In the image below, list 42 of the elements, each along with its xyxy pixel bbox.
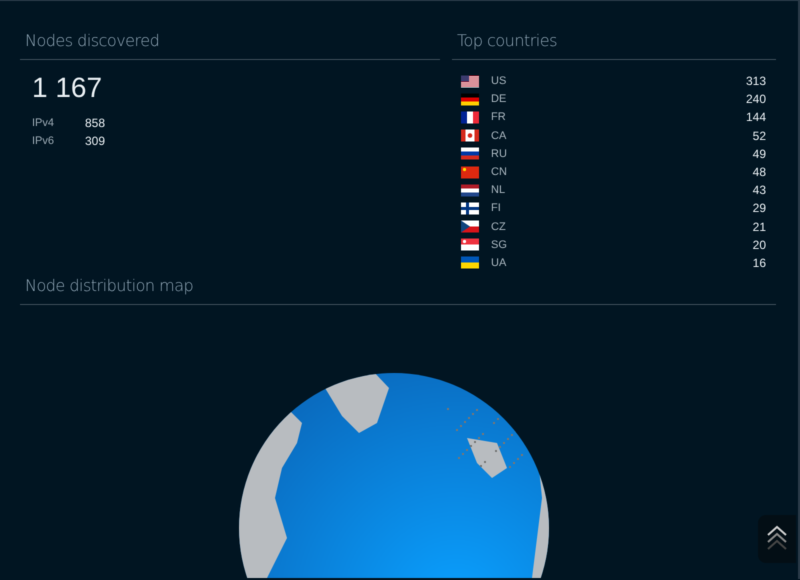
flag-icon (461, 129, 479, 142)
flag-icon (461, 256, 479, 270)
ip-version-count: 858 (85, 116, 106, 130)
country-count: 21 (752, 220, 766, 234)
flag-icon (461, 110, 479, 124)
country-code: US (491, 75, 506, 88)
country-code: NL (491, 184, 506, 196)
ip-version-count: 309 (85, 134, 106, 148)
flag-icon (461, 202, 479, 215)
country-count: 144 (746, 110, 766, 124)
country-count: 43 (752, 183, 766, 198)
flag-icon (461, 92, 479, 106)
country-code: FR (491, 111, 506, 124)
country-count: 16 (752, 256, 766, 270)
node-total: 1 167 (32, 72, 104, 104)
flag-icon (461, 238, 479, 252)
section-title: Top countries (457, 31, 558, 51)
country-code: CA (491, 130, 506, 142)
country-code: DE (491, 93, 506, 106)
country-count: 29 (752, 201, 766, 216)
country-code: FI (491, 202, 501, 214)
ip-version-label: IPv6 (32, 135, 56, 147)
country-count: 52 (752, 128, 766, 143)
flag-icon (461, 184, 479, 197)
scroll-to-top-button[interactable] (758, 515, 796, 563)
flag-icon (461, 220, 479, 234)
country-count: 48 (752, 165, 766, 180)
flag-icon (461, 74, 479, 88)
country-count: 20 (752, 238, 766, 252)
flag-icon (461, 147, 479, 160)
flag-icon (461, 166, 479, 179)
country-count: 49 (752, 146, 766, 161)
country-code: SG (491, 238, 507, 251)
country-code: UA (491, 256, 506, 269)
country-code: CN (491, 166, 507, 178)
country-count: 240 (746, 92, 766, 106)
country-count: 313 (746, 74, 766, 88)
section-title: Nodes discovered (25, 31, 160, 51)
ip-version-label: IPv4 (32, 117, 56, 129)
country-code: CZ (491, 220, 506, 233)
country-code: RU (491, 148, 507, 160)
section-title: Node distribution map (25, 276, 194, 296)
